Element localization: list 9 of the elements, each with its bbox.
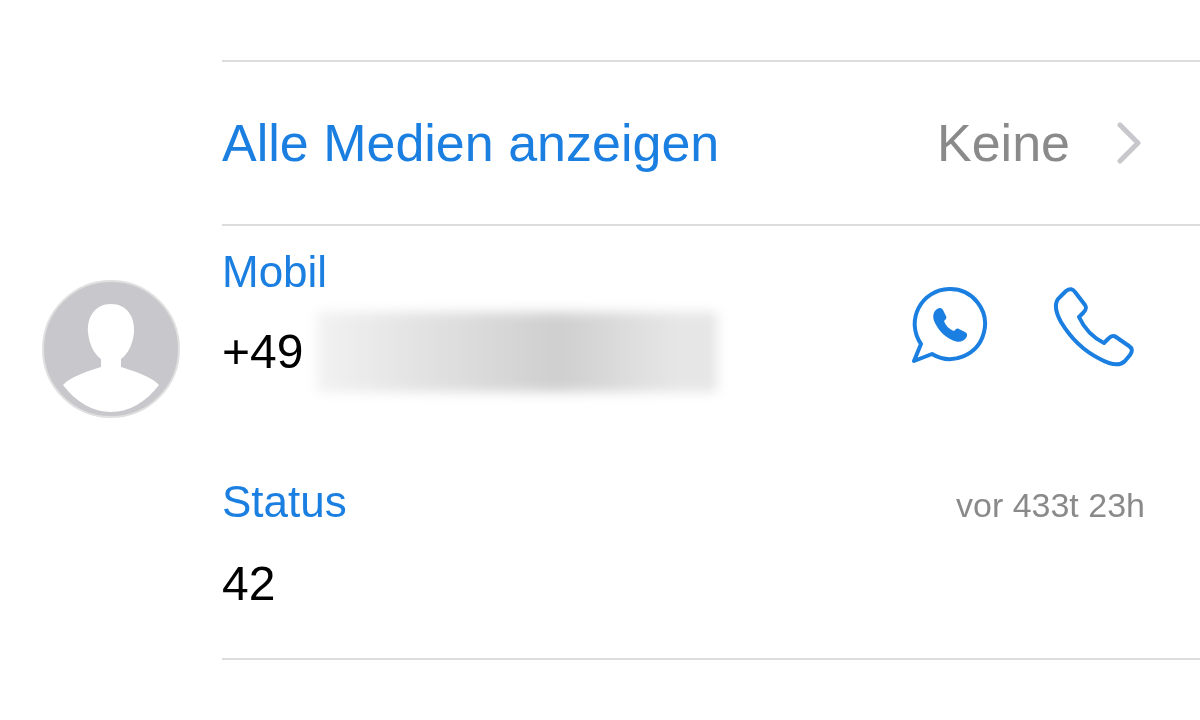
phone-label: Mobil bbox=[222, 250, 329, 294]
status-label: Status bbox=[222, 480, 347, 524]
status-time: vor 433t 23h bbox=[955, 488, 1145, 522]
media-row[interactable]: Alle Medien anzeigen Keine bbox=[222, 62, 1200, 224]
avatar-icon bbox=[42, 280, 180, 418]
status-text: 42 bbox=[222, 560, 277, 608]
chevron-icon bbox=[1116, 122, 1142, 164]
media-count: Keine bbox=[937, 117, 1070, 169]
phone-number: +49 bbox=[222, 328, 304, 376]
